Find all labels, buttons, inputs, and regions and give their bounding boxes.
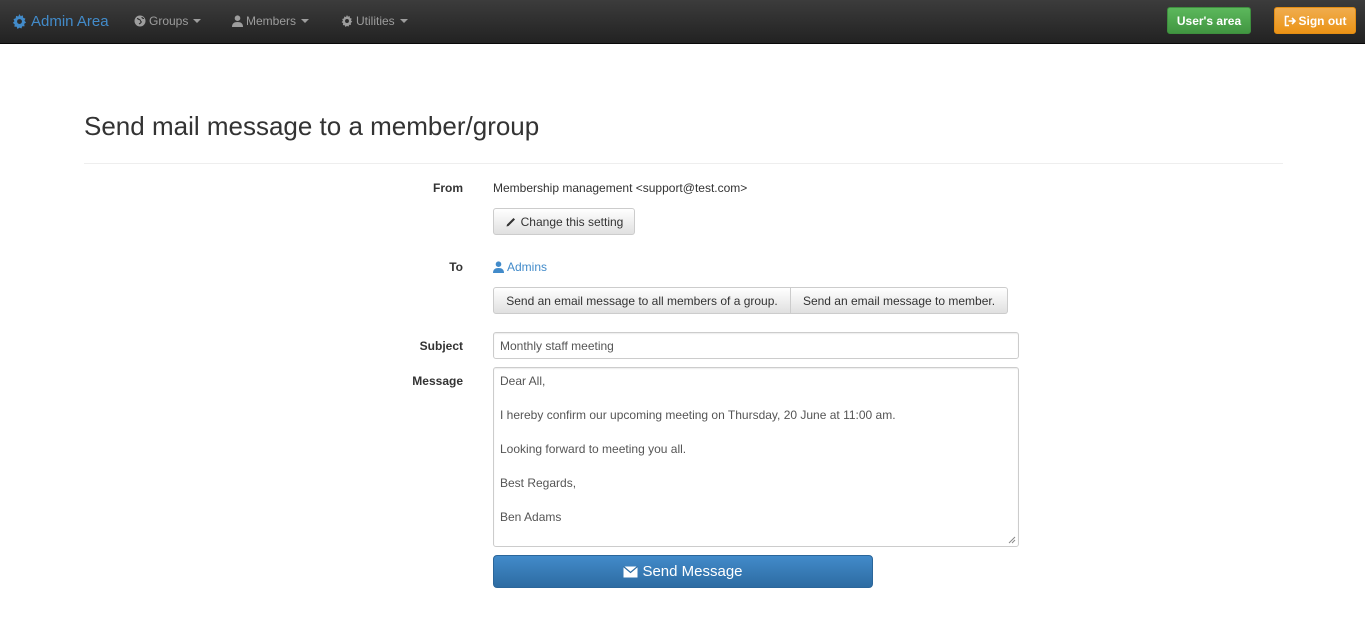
chevron-down-icon <box>399 19 408 23</box>
recipient-button-group: Send an email message to all members of … <box>493 287 1008 314</box>
sign-out-button[interactable]: Sign out <box>1274 7 1356 34</box>
user-icon <box>232 15 243 27</box>
send-to-group-label: Send an email message to all members of … <box>506 293 778 308</box>
message-line <box>500 390 1012 407</box>
globe-icon <box>134 15 146 27</box>
message-line: Dear All, <box>500 374 546 388</box>
users-area-label: User's area <box>1176 13 1242 28</box>
message-line <box>500 492 1012 509</box>
change-setting-button[interactable]: Change this setting <box>493 208 635 235</box>
nav-utilities-label: Utilities <box>356 14 395 28</box>
send-to-group-button[interactable]: Send an email message to all members of … <box>493 287 791 314</box>
message-line <box>500 424 1012 441</box>
sign-out-icon <box>1284 15 1296 26</box>
message-textarea[interactable]: Dear All, I hereby confirm our upcoming … <box>493 367 1019 547</box>
message-line: Best Regards, <box>500 476 577 490</box>
user-icon <box>493 261 504 273</box>
subject-label: Subject <box>419 339 463 353</box>
to-recipient-link[interactable]: Admins <box>493 260 547 274</box>
subject-input[interactable]: Monthly staff meeting <box>493 332 1019 359</box>
chevron-down-icon <box>193 19 202 23</box>
message-line: I hereby confirm our upcoming meeting on… <box>500 408 896 422</box>
nav-groups-label: Groups <box>149 14 189 28</box>
resize-handle-icon[interactable] <box>1008 536 1016 544</box>
users-area-button[interactable]: User's area <box>1167 7 1251 34</box>
send-to-member-button[interactable]: Send an email message to member. <box>791 287 1008 314</box>
nav-groups-menu[interactable]: Groups <box>134 12 202 30</box>
from-label: From <box>433 181 463 195</box>
page-title: Send mail message to a member/group <box>84 111 540 141</box>
gear-icon <box>12 13 27 29</box>
message-line: Looking forward to meeting you all. <box>500 442 687 456</box>
to-label: To <box>449 260 463 274</box>
from-value: Membership management <support@test.com> <box>493 181 748 195</box>
send-message-button[interactable]: Send Message <box>493 555 873 588</box>
nav-utilities-menu[interactable]: Utilities <box>341 12 408 30</box>
send-message-label: Send Message <box>642 563 743 580</box>
chevron-down-icon <box>301 19 310 23</box>
pencil-icon <box>506 217 515 226</box>
brand-label: Admin Area <box>31 12 109 30</box>
nav-members-label: Members <box>246 14 297 28</box>
top-navbar: Admin Area Groups Members Utilities User… <box>0 0 1365 44</box>
envelope-icon <box>623 565 639 577</box>
subject-value: Monthly staff meeting <box>500 338 614 353</box>
to-recipient-label: Admins <box>507 260 548 274</box>
nav-members-menu[interactable]: Members <box>232 12 310 30</box>
gear-icon <box>341 15 353 27</box>
message-label: Message <box>412 374 463 388</box>
sign-out-label: Sign out <box>1298 13 1347 28</box>
change-setting-label: Change this setting <box>520 214 624 229</box>
message-line: Ben Adams <box>500 510 562 524</box>
title-divider <box>84 163 1283 164</box>
message-line <box>500 458 1012 475</box>
brand-link[interactable]: Admin Area <box>12 11 109 31</box>
send-to-member-label: Send an email message to member. <box>802 293 996 308</box>
